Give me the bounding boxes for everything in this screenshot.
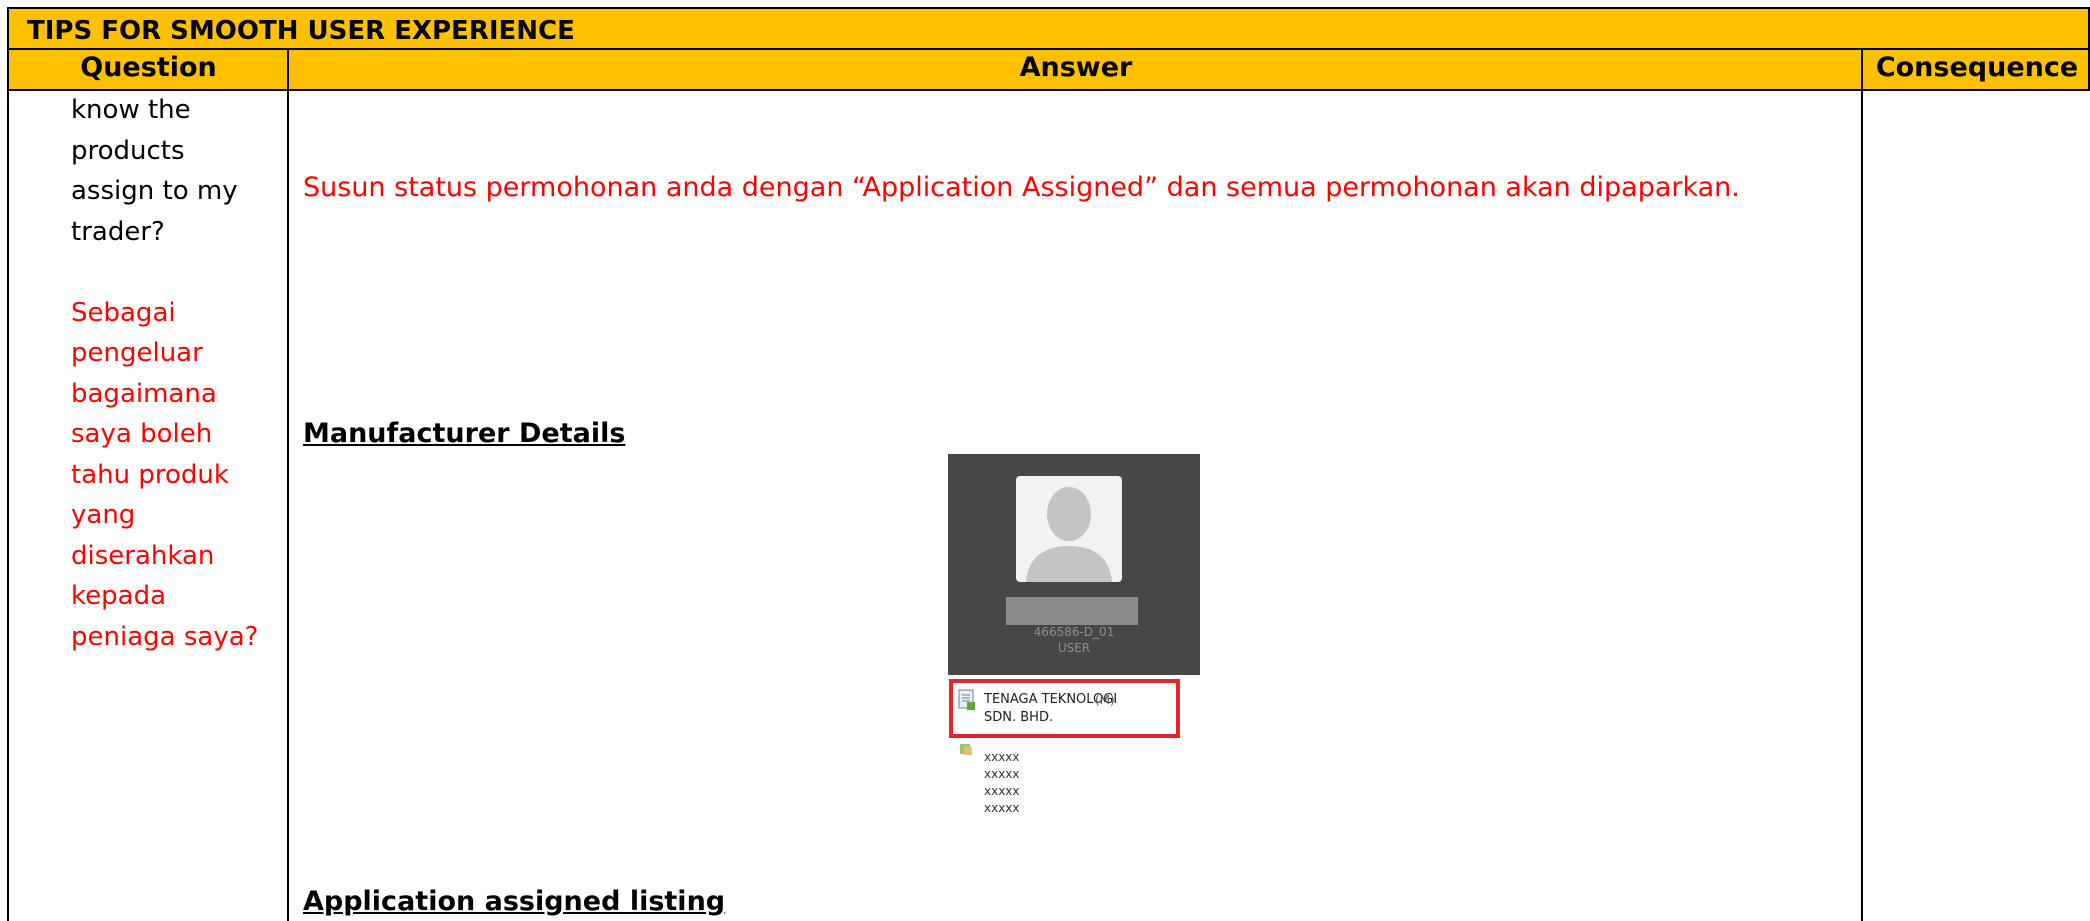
subitem-label[interactable]: xxxxx <box>984 801 1020 815</box>
question-malay-line: yang <box>71 500 136 530</box>
company-suffix: (M) <box>1095 693 1115 707</box>
question-english-line: products <box>71 135 185 166</box>
table-title: TIPS FOR SMOOTH USER EXPERIENCE <box>27 16 575 46</box>
manufacturer-details-screenshot: 466586-D_01 USER TENAGA TEKNOLOGI (M) SD… <box>948 454 1200 816</box>
table-title-row: TIPS FOR SMOOTH USER EXPERIENCE <box>7 7 2090 50</box>
subitem-label[interactable]: xxxxx <box>984 767 1020 781</box>
user-role-label: USER <box>1057 641 1091 655</box>
border-question-answer <box>287 48 289 921</box>
question-malay-line: kepada <box>71 581 166 611</box>
column-header-answer: Answer <box>1019 52 1133 83</box>
redacted-name-bar <box>1006 597 1138 625</box>
profile-panel: 466586-D_01 USER <box>948 454 1200 675</box>
tips-table: TIPS FOR SMOOTH USER EXPERIENCE Question… <box>0 0 2090 921</box>
user-id-label: 466586-D_01 <box>1033 625 1115 639</box>
border-left <box>7 7 9 921</box>
highlight-box <box>949 679 1180 738</box>
subitem-icon <box>960 744 972 755</box>
question-english-line: assign to my <box>71 176 238 206</box>
border-answer-consequence <box>1861 48 1863 921</box>
answer-text: Susun status permohonan anda dengan “App… <box>303 172 1740 203</box>
question-malay-line: Sebagai <box>71 297 176 328</box>
subitem-label[interactable]: xxxxx <box>984 750 1020 764</box>
question-malay-line: diserahkan <box>71 540 215 571</box>
section-heading-application-assigned-listing: Application assigned listing <box>303 886 726 917</box>
question-malay-line: tahu produk <box>71 459 229 490</box>
question-malay-line: pengeluar <box>71 338 203 368</box>
company-name-line2: SDN. BHD. <box>984 710 1054 725</box>
question-malay-line: bagaimana <box>71 378 217 409</box>
question-cell: know the products assign to my trader? S… <box>71 90 286 657</box>
question-malay-line: saya boleh <box>71 419 213 449</box>
question-english-line: know the <box>71 95 191 125</box>
question-english-line: trader? <box>71 216 165 247</box>
column-header-consequence: Consequence <box>1875 52 2079 83</box>
question-spacer <box>71 252 286 293</box>
column-header-question: Question <box>80 52 217 83</box>
question-malay-line: peniaga saya? <box>71 621 259 652</box>
document-icon <box>958 689 975 710</box>
subitem-label[interactable]: xxxxx <box>984 784 1020 798</box>
user-avatar-icon <box>1016 476 1122 582</box>
section-heading-manufacturer-details: Manufacturer Details <box>303 418 626 449</box>
